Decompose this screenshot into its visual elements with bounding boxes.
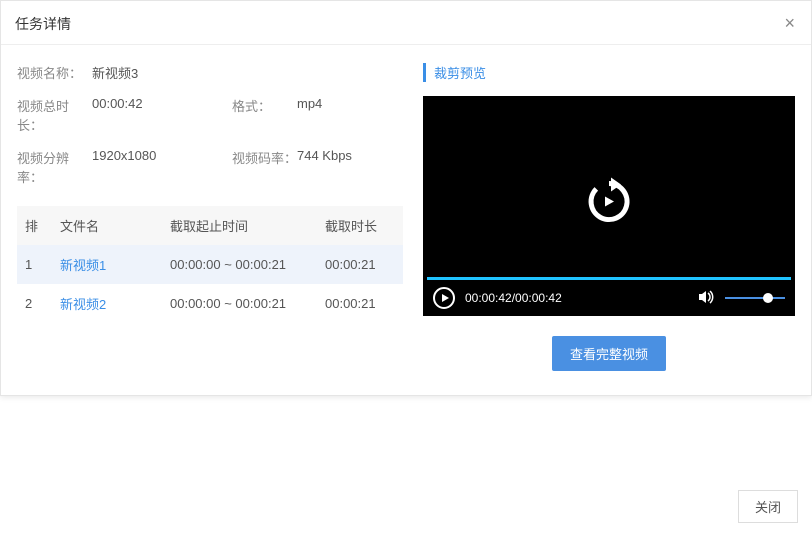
replay-icon[interactable]: [581, 174, 637, 233]
dialog-footer: 关闭: [724, 480, 812, 533]
volume-icon[interactable]: [697, 288, 715, 309]
left-panel: 视频名称： 新视频3 视频总时长： 00:00:42 格式： mp4 视频分辨率…: [17, 63, 403, 371]
label-resolution: 视频分辨率：: [17, 148, 92, 186]
value-resolution: 1920x1080: [92, 148, 232, 186]
volume-knob[interactable]: [763, 293, 773, 303]
right-panel: 裁剪预览 00:00:42/00:00:42 查看完整视频: [423, 63, 795, 371]
table-row[interactable]: 1 新视频1 00:00:00 ~ 00:00:21 00:00:21: [17, 245, 403, 284]
video-controls: 00:00:42/00:00:42: [423, 280, 795, 316]
cell-duration: 00:00:21: [317, 245, 403, 284]
label-bitrate: 视频码率：: [232, 148, 297, 186]
play-button[interactable]: [433, 287, 455, 309]
value-format: mp4: [297, 96, 397, 134]
cell-rank: 1: [17, 245, 52, 284]
close-button[interactable]: 关闭: [738, 490, 798, 523]
video-player[interactable]: 00:00:42/00:00:42: [423, 96, 795, 316]
value-bitrate: 744 Kbps: [297, 148, 397, 186]
value-video-name: 新视频3: [92, 63, 232, 82]
close-icon[interactable]: ×: [784, 13, 795, 34]
cell-range: 00:00:00 ~ 00:00:21: [162, 284, 317, 323]
cell-rank: 2: [17, 284, 52, 323]
table-row[interactable]: 2 新视频2 00:00:00 ~ 00:00:21 00:00:21: [17, 284, 403, 323]
time-display: 00:00:42/00:00:42: [465, 291, 562, 305]
clips-table: 排 文件名 截取起止时间 截取时长 1 新视频1 00:00:00 ~ 00:0…: [17, 206, 403, 323]
cell-duration: 00:00:21: [317, 284, 403, 323]
preview-title: 裁剪预览: [423, 63, 795, 82]
clip-link[interactable]: 新视频2: [60, 297, 106, 312]
cell-range: 00:00:00 ~ 00:00:21: [162, 245, 317, 284]
dialog-title: 任务详情: [15, 14, 71, 34]
volume-slider[interactable]: [725, 297, 785, 299]
th-duration: 截取时长: [317, 206, 403, 245]
th-rank: 排: [17, 206, 52, 245]
label-format: 格式：: [232, 96, 297, 134]
label-duration: 视频总时长：: [17, 96, 92, 134]
value-duration: 00:00:42: [92, 96, 232, 134]
label-video-name: 视频名称：: [17, 63, 92, 82]
info-grid: 视频名称： 新视频3 视频总时长： 00:00:42 格式： mp4 视频分辨率…: [17, 63, 403, 186]
dialog-header: 任务详情 ×: [1, 1, 811, 45]
th-range: 截取起止时间: [162, 206, 317, 245]
view-full-video-button[interactable]: 查看完整视频: [552, 336, 666, 371]
clip-link[interactable]: 新视频1: [60, 258, 106, 273]
th-name: 文件名: [52, 206, 162, 245]
